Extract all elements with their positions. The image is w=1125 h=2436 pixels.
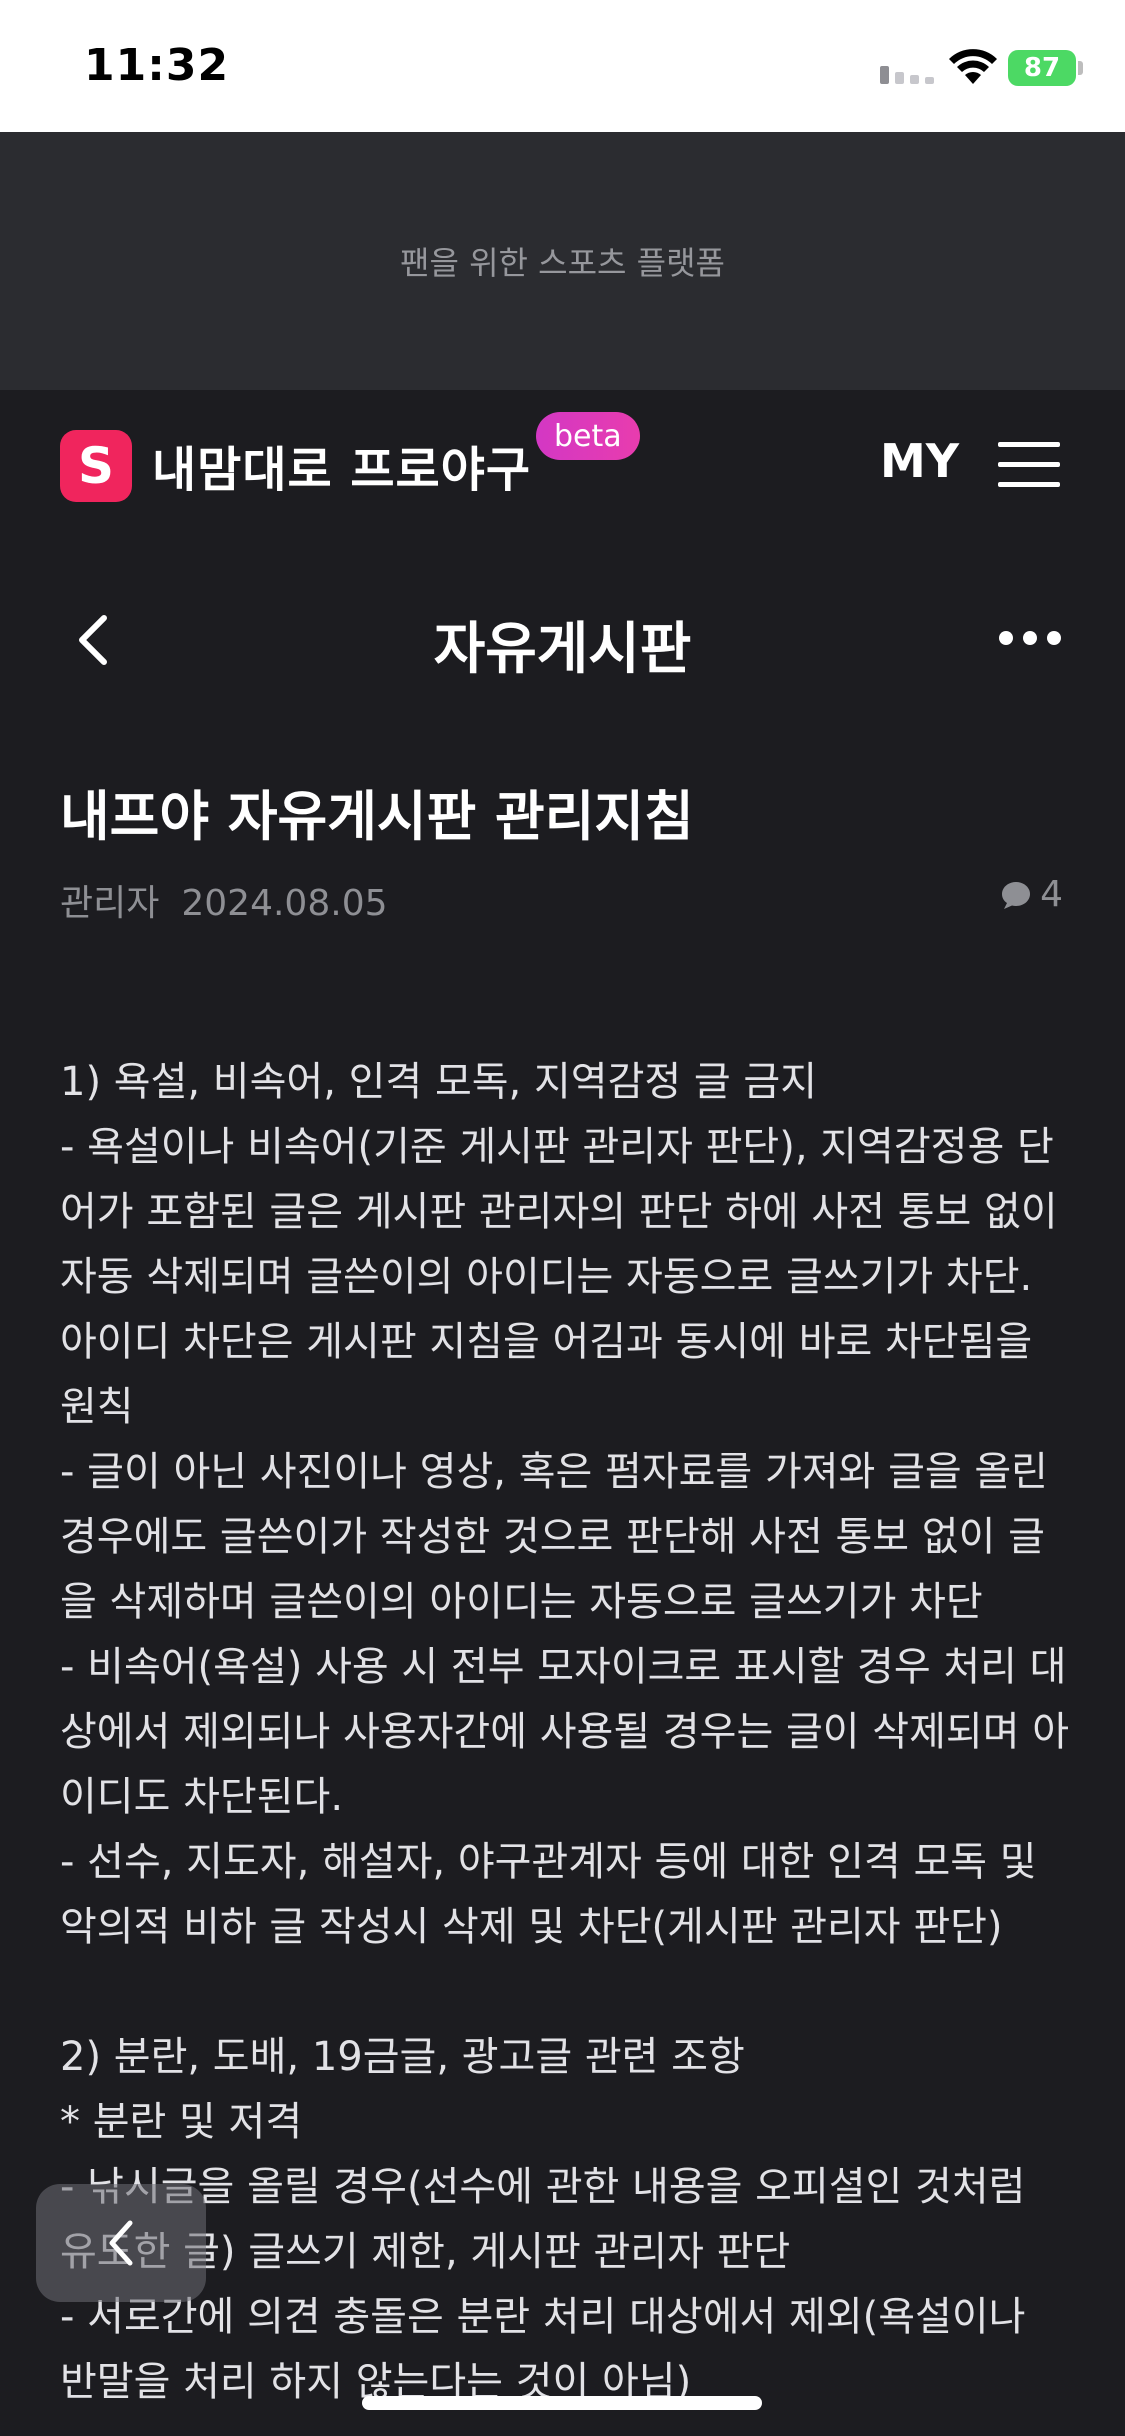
comment-count-value: 4 <box>1040 874 1063 915</box>
page-title: 자유게시판 <box>433 617 692 682</box>
post-date: 2024.08.05 <box>181 883 388 924</box>
post-author[interactable]: 관리자 <box>60 883 159 924</box>
more-icon[interactable] <box>998 626 1062 650</box>
my-button[interactable]: MY <box>880 434 959 488</box>
status-time: 11:32 <box>84 40 230 91</box>
post-body: 1) 욕설, 비속어, 인격 모독, 지역감정 글 금지 - 욕설이나 비속어(… <box>60 1059 1070 2405</box>
post-title: 내프야 자유게시판 관리지침 <box>60 785 694 848</box>
cellular-signal-icon <box>880 66 934 84</box>
page: 11:32 87 팬을 위한 스포츠 플랫폼 S 내맘대로 프로야구 beta … <box>0 0 1125 2436</box>
brand-name[interactable]: 내맘대로 프로야구 <box>152 430 531 500</box>
chevron-left-icon <box>109 2220 133 2266</box>
floating-back-button[interactable] <box>36 2184 206 2302</box>
logo-icon[interactable]: S <box>60 430 132 502</box>
banner-text: 팬을 위한 스포츠 플랫폼 <box>400 244 725 282</box>
comment-icon <box>1002 881 1031 909</box>
post-meta: 관리자 2024.08.05 <box>60 874 410 926</box>
beta-badge-label: beta <box>554 418 622 454</box>
battery-level: 87 <box>1023 53 1061 83</box>
beta-badge: beta <box>536 412 640 460</box>
battery-tip <box>1078 61 1083 75</box>
home-indicator[interactable] <box>362 2396 762 2410</box>
comment-count[interactable]: 4 <box>1000 874 1063 915</box>
status-bar: 11:32 87 <box>0 0 1125 132</box>
menu-icon[interactable] <box>998 440 1060 490</box>
wifi-icon <box>949 49 997 84</box>
battery-icon: 87 <box>1008 50 1076 86</box>
